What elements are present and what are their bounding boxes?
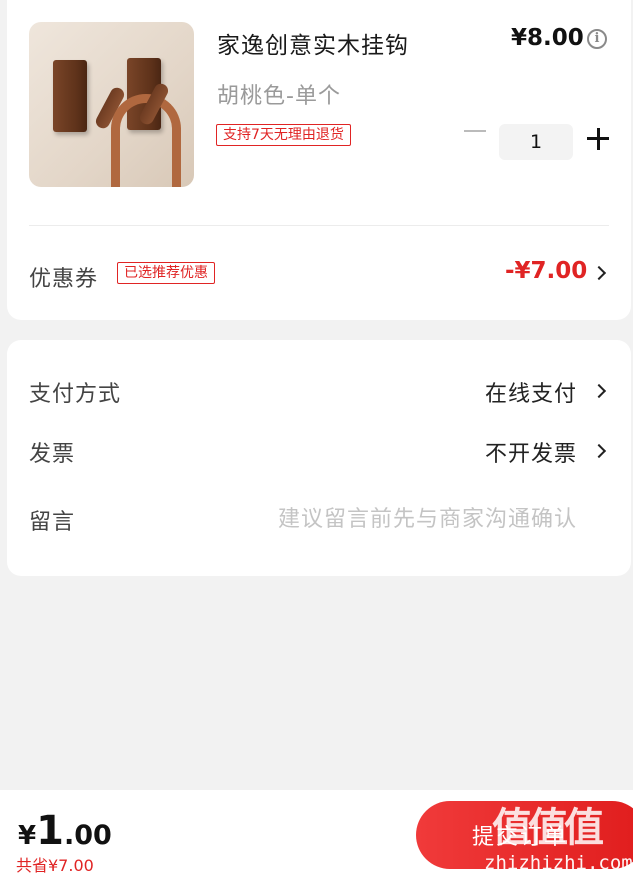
- chevron-right-icon[interactable]: [591, 383, 607, 399]
- message-label: 留言: [29, 510, 76, 535]
- product-image[interactable]: [29, 22, 194, 187]
- quantity-input[interactable]: 1: [499, 124, 573, 160]
- chevron-right-icon[interactable]: [591, 443, 607, 459]
- divider: [29, 225, 609, 226]
- quantity-decrease-button[interactable]: [464, 130, 486, 132]
- watermark-text: zhizhizhi.com: [484, 852, 633, 874]
- info-icon[interactable]: i: [587, 29, 607, 49]
- watermark-logo: 值值值: [492, 805, 604, 851]
- invoice-label: 发票: [29, 442, 76, 467]
- payment-method-value[interactable]: 在线支付: [485, 376, 577, 408]
- invoice-value[interactable]: 不开发票: [485, 436, 577, 468]
- product-price: ¥8.00: [511, 25, 584, 51]
- product-title[interactable]: 家逸创意实木挂钩: [217, 26, 409, 60]
- message-input[interactable]: [207, 502, 577, 536]
- payment-method-label: 支付方式: [29, 382, 122, 407]
- chevron-right-icon[interactable]: [591, 265, 607, 281]
- return-policy-tag: 支持7天无理由退货: [216, 124, 351, 146]
- total-currency: ¥: [18, 821, 37, 851]
- order-total: ¥1.00: [18, 808, 112, 854]
- total-integer: 1: [36, 808, 64, 854]
- coupon-recommend-tag: 已选推荐优惠: [117, 262, 215, 284]
- product-card: 家逸创意实木挂钩 ¥8.00 i 胡桃色-单个 支持7天无理由退货 1 优惠券 …: [7, 0, 631, 320]
- total-saved: 共省¥7.00: [16, 856, 94, 875]
- hook-block-left: [53, 60, 87, 132]
- product-variant[interactable]: 胡桃色-单个: [217, 78, 341, 110]
- coupon-discount-value[interactable]: -¥7.00: [505, 258, 587, 284]
- total-decimal: .00: [63, 820, 112, 851]
- order-options-card: 支付方式 在线支付 发票 不开发票 留言: [7, 340, 631, 576]
- quantity-increase-button[interactable]: [587, 128, 609, 150]
- coupon-label: 优惠券: [29, 267, 99, 292]
